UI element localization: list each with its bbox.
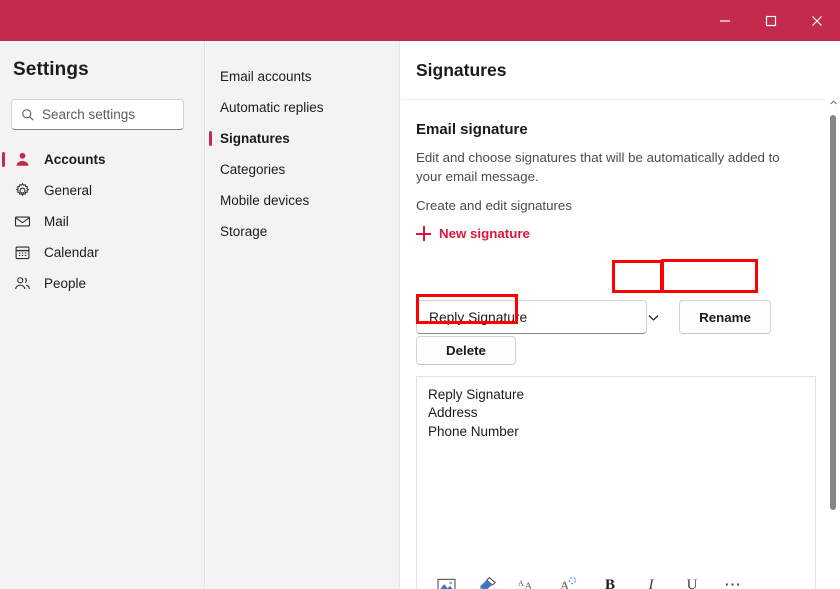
more-options-label: ⋯	[724, 581, 742, 589]
new-signature-label: New signature	[439, 226, 530, 241]
underline-label: U	[687, 577, 698, 589]
scrollbar-thumb[interactable]	[830, 115, 836, 510]
chevron-up-icon[interactable]	[826, 96, 840, 108]
search-box[interactable]	[11, 99, 184, 130]
section-heading: Email signature	[416, 121, 811, 138]
sidebar-item-label: People	[44, 276, 86, 291]
subnav-item-email-accounts[interactable]: Email accounts	[206, 61, 400, 92]
plus-icon	[416, 226, 431, 241]
signature-line: Reply Signature	[428, 386, 524, 404]
content-scrollbar[interactable]	[826, 41, 840, 589]
signature-line: Phone Number	[428, 423, 524, 441]
settings-window: Settings Accounts G	[0, 0, 840, 589]
sidebar-item-general[interactable]: General	[0, 175, 205, 206]
sidebar-item-label: General	[44, 183, 92, 198]
signature-editor-text[interactable]: Reply Signature Address Phone Number	[428, 386, 524, 441]
gear-icon	[13, 181, 32, 200]
content-panel: Signatures Email signature Edit and choo…	[401, 41, 840, 589]
page-title: Settings	[13, 59, 89, 81]
envelope-icon	[13, 212, 32, 231]
italic-icon[interactable]: I	[639, 573, 663, 589]
person-icon	[13, 150, 32, 169]
subnav-item-label: Categories	[220, 162, 285, 177]
subnav-item-label: Automatic replies	[220, 100, 324, 115]
section-subheading: Create and edit signatures	[416, 198, 811, 213]
left-sidebar: Settings Accounts G	[0, 41, 205, 589]
signature-line: Address	[428, 404, 524, 422]
sidebar-item-label: Accounts	[44, 152, 106, 167]
subnav-item-label: Signatures	[220, 131, 290, 146]
formatting-toolbar: A A A B I U	[417, 569, 817, 589]
signature-dropdown-value: Reply Signature	[429, 310, 527, 325]
sidebar-item-people[interactable]: People	[0, 268, 205, 299]
subnav-item-signatures[interactable]: Signatures	[206, 123, 400, 154]
insert-picture-icon[interactable]	[434, 573, 458, 589]
subnav-item-categories[interactable]: Categories	[206, 154, 400, 185]
subnav-item-label: Mobile devices	[220, 193, 309, 208]
sidebar-item-label: Calendar	[44, 245, 99, 260]
italic-label: I	[649, 577, 654, 589]
chevron-down-icon[interactable]	[630, 300, 676, 334]
font-size-icon[interactable]: A A	[516, 573, 540, 589]
maximize-button[interactable]	[748, 0, 794, 41]
more-options-icon[interactable]: ⋯	[721, 573, 745, 589]
settings-subnav-panel: Email accounts Automatic replies Signatu…	[206, 41, 400, 589]
subnav-item-label: Storage	[220, 224, 267, 239]
subnav-item-mobile-devices[interactable]: Mobile devices	[206, 185, 400, 216]
email-signature-section: Email signature Edit and choose signatur…	[416, 121, 811, 246]
minimize-button[interactable]	[702, 0, 748, 41]
close-button[interactable]	[794, 0, 840, 41]
delete-button[interactable]: Delete	[416, 336, 516, 365]
format-painter-icon[interactable]	[475, 573, 499, 589]
content-title: Signatures	[416, 60, 506, 81]
people-icon	[13, 274, 32, 293]
sidebar-item-accounts[interactable]: Accounts	[0, 144, 205, 175]
section-description: Edit and choose signatures that will be …	[416, 148, 794, 186]
content-header: Signatures	[401, 41, 840, 100]
bold-label: B	[605, 577, 615, 589]
new-signature-button[interactable]: New signature	[416, 226, 530, 241]
search-icon	[21, 108, 35, 122]
rename-button[interactable]: Rename	[679, 300, 771, 334]
subnav-item-label: Email accounts	[220, 69, 312, 84]
subnav-item-storage[interactable]: Storage	[206, 216, 400, 247]
font-color-icon[interactable]: A	[557, 573, 581, 589]
signature-editor[interactable]: Reply Signature Address Phone Number	[416, 376, 816, 589]
sidebar-item-label: Mail	[44, 214, 69, 229]
rename-button-label: Rename	[699, 310, 751, 325]
title-bar	[0, 0, 840, 41]
bold-icon[interactable]: B	[598, 573, 622, 589]
subnav-list: Email accounts Automatic replies Signatu…	[206, 61, 400, 247]
svg-text:A: A	[518, 579, 524, 588]
sidebar-item-calendar[interactable]: Calendar	[0, 237, 205, 268]
signature-dropdown[interactable]: Reply Signature	[416, 300, 647, 334]
svg-text:A: A	[560, 578, 570, 589]
svg-text:A: A	[524, 581, 532, 589]
underline-icon[interactable]: U	[680, 573, 704, 589]
search-input[interactable]	[42, 107, 170, 122]
sidebar-item-mail[interactable]: Mail	[0, 206, 205, 237]
signature-selector-row: Reply Signature Rename	[416, 300, 816, 334]
subnav-item-automatic-replies[interactable]: Automatic replies	[206, 92, 400, 123]
delete-button-label: Delete	[446, 343, 486, 358]
calendar-icon	[13, 243, 32, 262]
sidebar-nav: Accounts General Mail	[0, 144, 205, 299]
